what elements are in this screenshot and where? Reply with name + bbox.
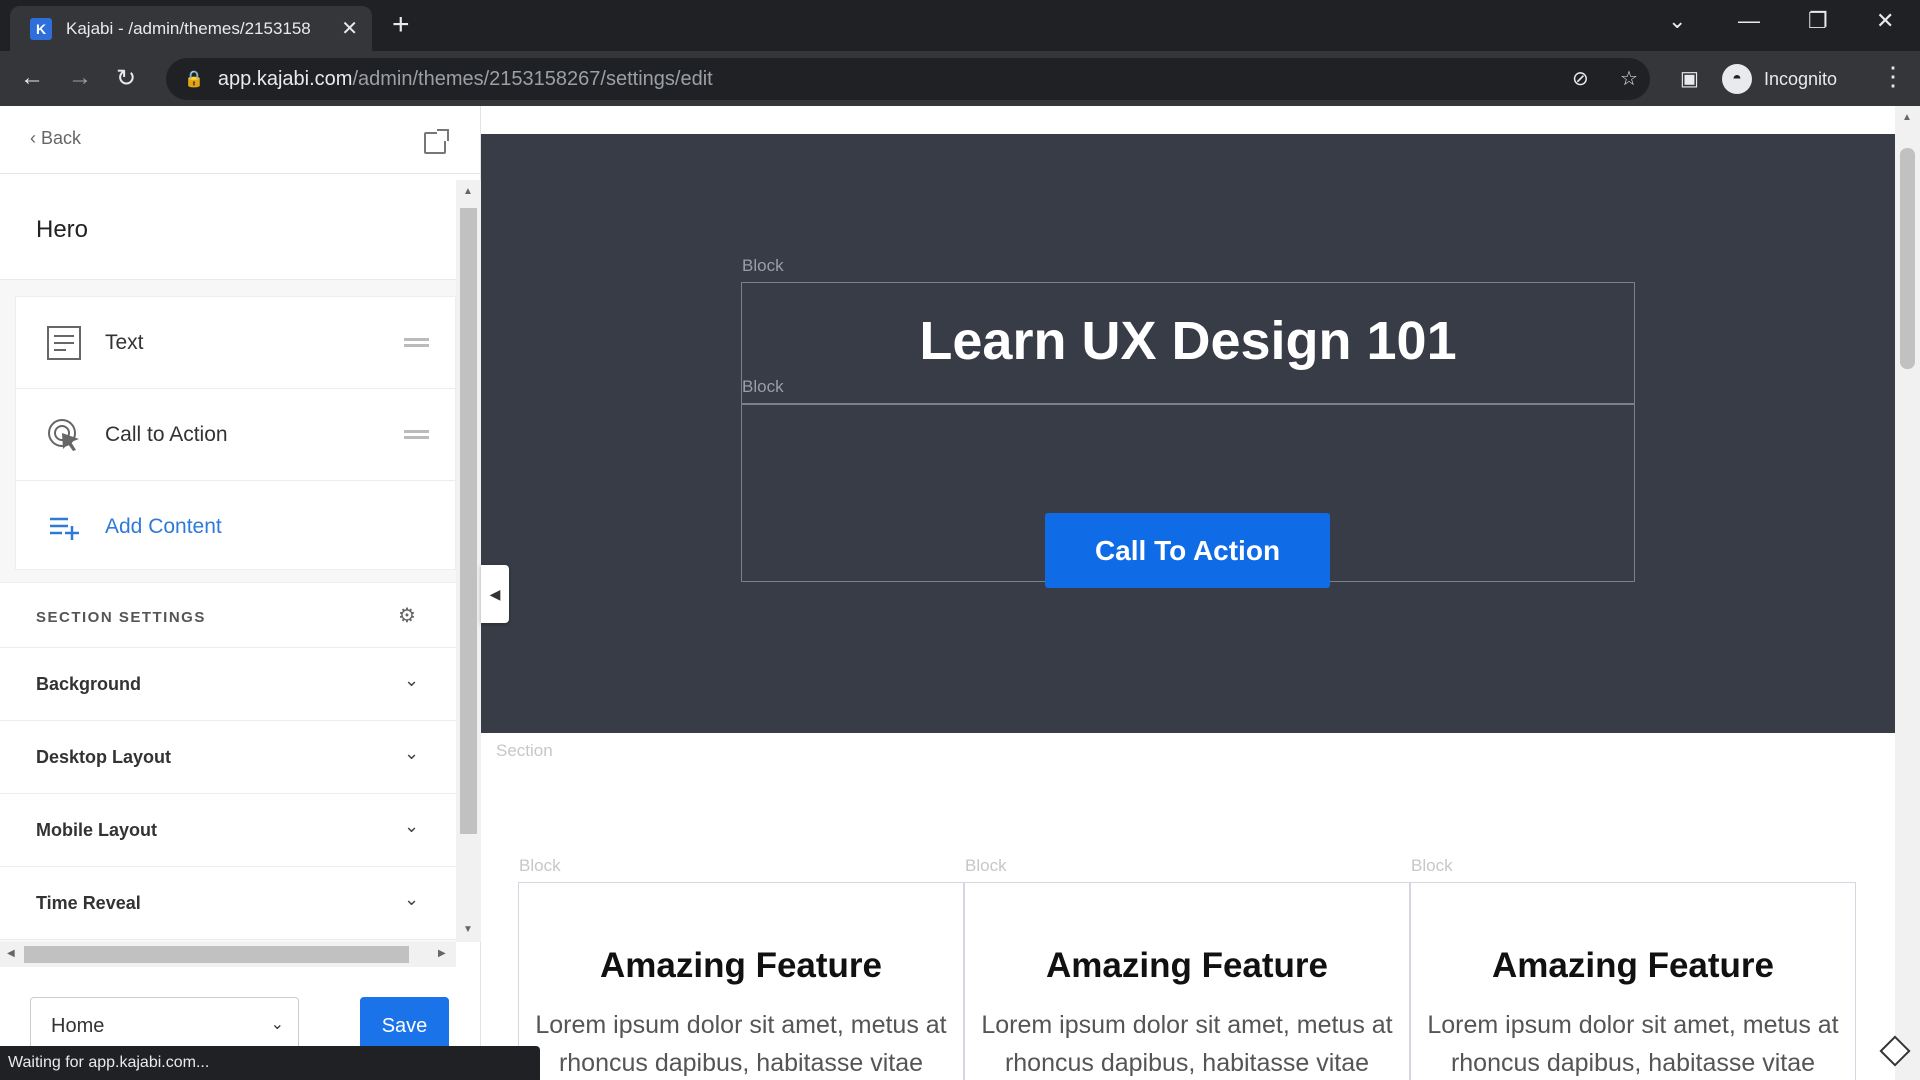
drag-handle-icon[interactable] — [404, 338, 429, 347]
new-tab-icon[interactable]: + — [392, 10, 410, 40]
add-content-button[interactable]: Add Content — [16, 481, 456, 573]
lock-icon[interactable]: 🔒 — [184, 69, 204, 89]
setting-desktop-layout[interactable]: Desktop Layout ⌄ — [0, 721, 456, 794]
feature-title: Amazing Feature — [1492, 946, 1774, 985]
caret-left-icon: ◀ — [489, 585, 501, 602]
address-bar[interactable]: 🔒 app.kajabi.com /admin/themes/215315826… — [166, 58, 1650, 100]
feature-text: Lorem ipsum dolor sit amet, metus at rho… — [981, 1011, 1393, 1077]
external-link-icon[interactable] — [424, 129, 449, 154]
scrollbar-thumb[interactable] — [1900, 148, 1915, 369]
incognito-label: Incognito — [1764, 68, 1838, 89]
browser-toolbar: ← → ↻ 🔒 app.kajabi.com /admin/themes/215… — [0, 51, 1920, 106]
url-host: app.kajabi.com — [217, 67, 353, 90]
setting-time-reveal[interactable]: Time Reveal ⌄ — [0, 867, 456, 940]
hero-section[interactable]: Block Learn UX Design 101 Block Call To … — [481, 134, 1895, 733]
scroll-right-icon[interactable]: ▶ — [438, 948, 446, 959]
block-label: Block — [742, 256, 784, 275]
reload-icon[interactable]: ↻ — [116, 64, 136, 93]
scrollbar-thumb[interactable] — [24, 946, 409, 963]
block-label: Block — [1411, 856, 1453, 875]
block-label: Block — [965, 856, 1007, 875]
browser-menu-icon[interactable]: ⋮ — [1880, 61, 1906, 92]
feature-title: Amazing Feature — [1046, 946, 1328, 985]
theme-preview: ◀ Block Learn UX Design 101 Block Call T… — [481, 106, 1920, 1080]
incognito-icon: ◓ — [1722, 64, 1752, 94]
browser-tab[interactable]: K Kajabi - /admin/themes/2153158 ✕ — [10, 6, 372, 51]
setting-mobile-layout[interactable]: Mobile Layout ⌄ — [0, 794, 456, 867]
restore-icon[interactable]: ❐ — [1808, 8, 1828, 34]
scroll-left-icon[interactable]: ◀ — [7, 948, 15, 959]
scroll-up-icon[interactable]: ▲ — [463, 186, 473, 197]
side-panel-icon[interactable]: ▣ — [1680, 66, 1699, 91]
minimize-icon[interactable]: — — [1738, 8, 1760, 34]
hero-heading[interactable]: Learn UX Design 101 — [741, 310, 1635, 372]
block-list: Text Call to Action Add Content — [15, 296, 456, 570]
collapse-sidebar-button[interactable]: ◀ — [481, 565, 509, 623]
url-path: /admin/themes/2153158267/settings/edit — [352, 67, 713, 90]
close-tab-icon[interactable]: ✕ — [341, 16, 358, 41]
block-label: Block — [519, 856, 561, 875]
section-title: Hero — [36, 216, 89, 243]
close-window-icon[interactable]: ✕ — [1876, 8, 1894, 34]
tab-search-chevron-icon[interactable]: ⌄ — [1668, 8, 1686, 34]
setting-label: Desktop Layout — [36, 747, 172, 767]
text-block-icon — [47, 325, 81, 360]
page-select-value: Home — [51, 1014, 105, 1037]
chevron-down-icon: ⌄ — [270, 1016, 284, 1033]
feature-title: Amazing Feature — [600, 946, 882, 985]
sidebar-scroll-area: Hero Text Call to Action Add Content SEC… — [0, 180, 456, 942]
feature-text: Lorem ipsum dolor sit amet, metus at rho… — [535, 1011, 947, 1077]
section-settings-header[interactable]: SECTION SETTINGS ⚙ — [0, 582, 456, 648]
preview-vertical-scrollbar[interactable]: ▲ — [1895, 106, 1920, 1080]
drag-handle-icon[interactable] — [404, 430, 429, 439]
setting-label: Mobile Layout — [36, 820, 157, 840]
chevron-down-icon: ⌄ — [404, 670, 420, 690]
section-settings-label: SECTION SETTINGS — [36, 609, 206, 626]
setting-label: Background — [36, 674, 142, 694]
back-link[interactable]: ‹ Back — [30, 128, 81, 149]
block-label: Block — [742, 377, 784, 396]
call-to-action-button[interactable]: Call To Action — [1045, 513, 1330, 588]
bookmark-star-icon[interactable]: ☆ — [1620, 66, 1638, 91]
kajabi-favicon-icon: K — [30, 17, 52, 40]
chevron-down-icon: ⌄ — [404, 816, 420, 836]
chevron-left-icon: ‹ — [30, 128, 41, 148]
tab-title: Kajabi - /admin/themes/2153158 — [66, 18, 311, 38]
editor-sidebar: ‹ Back Hero Text Call to Action Add Cont… — [0, 106, 481, 1080]
section-title-bar: Hero — [0, 180, 456, 280]
cursor-click-icon — [48, 418, 79, 451]
gear-icon[interactable]: ⚙ — [398, 603, 416, 628]
sidebar-horizontal-scrollbar[interactable]: ◀ ▶ — [0, 942, 456, 967]
eye-slash-icon[interactable]: ⊘ — [1572, 66, 1589, 91]
block-label: Text — [105, 330, 144, 354]
setting-label: Time Reveal — [36, 893, 141, 913]
back-arrow-icon[interactable]: ← — [20, 64, 44, 92]
sidebar-header: ‹ Back — [0, 106, 481, 174]
block-item-call-to-action[interactable]: Call to Action — [16, 389, 456, 481]
browser-tab-bar: K Kajabi - /admin/themes/2153158 ✕ + ⌄ —… — [0, 0, 1920, 51]
feature-text: Lorem ipsum dolor sit amet, metus at rho… — [1427, 1011, 1839, 1077]
section-label: Section — [496, 741, 553, 760]
chevron-down-icon: ⌄ — [404, 889, 420, 909]
scroll-down-icon[interactable]: ▼ — [463, 924, 473, 935]
chevron-down-icon: ⌄ — [404, 743, 420, 763]
scroll-up-icon[interactable]: ▲ — [1902, 112, 1912, 123]
forward-arrow-icon[interactable]: → — [68, 64, 92, 92]
block-label: Call to Action — [105, 422, 228, 446]
browser-status-bar: Waiting for app.kajabi.com... — [0, 1046, 540, 1080]
block-item-text[interactable]: Text — [16, 297, 456, 389]
add-list-icon — [50, 517, 79, 540]
sidebar-vertical-scrollbar[interactable]: ▲ ▼ — [456, 180, 481, 942]
setting-background[interactable]: Background ⌄ — [0, 648, 456, 721]
add-content-label: Add Content — [105, 515, 222, 538]
scrollbar-thumb[interactable] — [460, 208, 477, 834]
incognito-indicator[interactable]: ◓ Incognito — [1722, 58, 1837, 100]
